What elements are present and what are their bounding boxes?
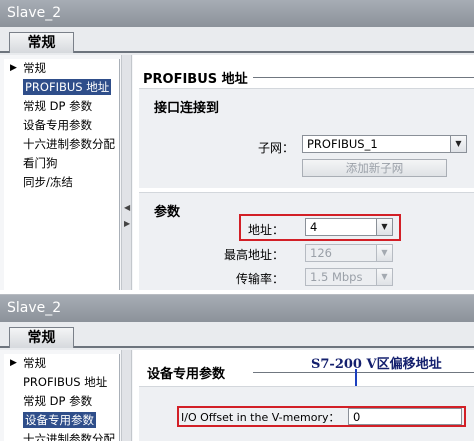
io-offset-label: I/O Offset in the V-memory：: [181, 411, 340, 424]
nav-item-general[interactable]: ▶ 常规: [4, 59, 119, 78]
nav-item-label: 常规 DP 参数: [23, 394, 93, 408]
max-address-select: 126 ▼: [305, 244, 393, 262]
nav-item-general-dp-params[interactable]: 常规 DP 参数: [4, 392, 119, 411]
dropdown-arrow-icon: ▼: [376, 245, 392, 261]
baud-rate-select: 1.5 Mbps ▼: [305, 268, 393, 286]
section-divider: [253, 77, 474, 78]
nav-item-label: 看门狗: [23, 156, 58, 170]
property-nav-tree: ▶ 常规 PROFIBUS 地址 常规 DP 参数 设备专用参数 十六进制参数分…: [4, 59, 120, 290]
property-nav-tree: ▶ 常规 PROFIBUS 地址 常规 DP 参数 设备专用参数 十六进制参数分…: [4, 354, 120, 441]
window-title-bar: Slave_2: [0, 295, 474, 322]
nav-item-device-specific-params[interactable]: 设备专用参数: [4, 411, 119, 430]
nav-item-sync-freeze[interactable]: 同步/冻结: [4, 173, 119, 192]
interface-group-title: 接口连接到: [154, 101, 220, 116]
nav-item-hex-param-assignment[interactable]: 十六进制参数分配: [4, 430, 119, 441]
properties-panel-profibus-address: Slave_2 常规 ▶ 常规 PROFIBUS 地址 常规 DP 参数 设备专…: [0, 0, 474, 290]
expand-right-icon[interactable]: ▶: [124, 219, 130, 228]
subnet-select-value: PROFIBUS_1: [307, 137, 378, 151]
nav-splitter[interactable]: ◀ ▶: [121, 55, 132, 290]
dropdown-arrow-icon[interactable]: ▼: [376, 219, 392, 235]
expand-arrow-icon[interactable]: ▶: [10, 59, 17, 77]
address-label: 地址：: [247, 223, 284, 237]
max-address-select-value: 126: [310, 246, 332, 260]
nav-item-device-specific-params[interactable]: 设备专用参数: [4, 116, 119, 135]
dropdown-arrow-icon[interactable]: ▼: [450, 136, 466, 152]
subnet-label: 子网：: [257, 141, 294, 155]
add-subnet-button[interactable]: 添加新子网: [302, 159, 447, 177]
nav-item-profibus-address[interactable]: PROFIBUS 地址: [4, 78, 119, 97]
baud-rate-select-value: 1.5 Mbps: [310, 270, 363, 284]
dropdown-arrow-icon: ▼: [376, 269, 392, 285]
tab-general[interactable]: 常规: [9, 32, 74, 53]
collapse-left-icon[interactable]: ◀: [124, 203, 130, 212]
window-title: Slave_2: [7, 300, 62, 316]
nav-item-label: 常规: [23, 61, 46, 75]
window-title: Slave_2: [7, 5, 62, 21]
nav-item-hex-param-assignment[interactable]: 十六进制参数分配: [4, 135, 119, 154]
nav-splitter[interactable]: [121, 350, 132, 441]
nav-item-label: 常规 DP 参数: [23, 99, 93, 113]
nav-item-label: PROFIBUS 地址: [23, 375, 108, 389]
properties-content: PROFIBUS 地址 接口连接到 子网： PROFIBUS_1 ▼ 添加新子网…: [133, 55, 474, 290]
nav-item-label: 设备专用参数: [23, 118, 92, 132]
nav-item-label: 十六进制参数分配: [23, 432, 115, 441]
properties-content: 设备专用参数 S7-200 V区偏移地址 I/O Offset in the V…: [133, 350, 474, 441]
section-title-profibus-address: PROFIBUS 地址: [143, 72, 248, 87]
section-title-device-params: 设备专用参数: [147, 367, 226, 382]
max-address-label: 最高地址：: [223, 248, 284, 262]
tab-strip: 常规: [0, 322, 474, 350]
nav-item-label: PROFIBUS 地址: [23, 79, 112, 95]
io-offset-input[interactable]: 0: [348, 408, 462, 425]
nav-item-label: 十六进制参数分配: [23, 137, 115, 151]
expand-arrow-icon[interactable]: ▶: [10, 354, 17, 372]
nav-item-watchdog[interactable]: 看门狗: [4, 154, 119, 173]
tab-strip: 常规: [0, 27, 474, 55]
properties-panel-device-params: Slave_2 常规 ▶ 常规 PROFIBUS 地址 常规 DP 参数 设备专…: [0, 294, 474, 441]
nav-item-label: 常规: [23, 356, 46, 370]
interface-group: 接口连接到 子网： PROFIBUS_1 ▼ 添加新子网: [139, 88, 474, 188]
address-select[interactable]: 4 ▼: [305, 218, 393, 236]
nav-item-general[interactable]: ▶ 常规: [4, 354, 119, 373]
baud-rate-label: 传输率：: [235, 272, 284, 286]
address-select-value: 4: [310, 220, 318, 234]
section-divider: [253, 372, 474, 373]
window-title-bar: Slave_2: [0, 0, 474, 27]
nav-item-profibus-address[interactable]: PROFIBUS 地址: [4, 373, 119, 392]
parameters-group-title: 参数: [154, 205, 181, 220]
parameters-group: 参数 地址： 4 ▼ 最高地址： 126 ▼ 传输率： 1.5 Mbps ▼: [139, 192, 474, 290]
subnet-select[interactable]: PROFIBUS_1 ▼: [302, 135, 467, 153]
nav-item-label: 同步/冻结: [23, 175, 73, 189]
offset-annotation: S7-200 V区偏移地址: [311, 357, 442, 372]
tab-general[interactable]: 常规: [9, 327, 74, 348]
nav-item-general-dp-params[interactable]: 常规 DP 参数: [4, 97, 119, 116]
nav-item-label: 设备专用参数: [23, 412, 96, 428]
